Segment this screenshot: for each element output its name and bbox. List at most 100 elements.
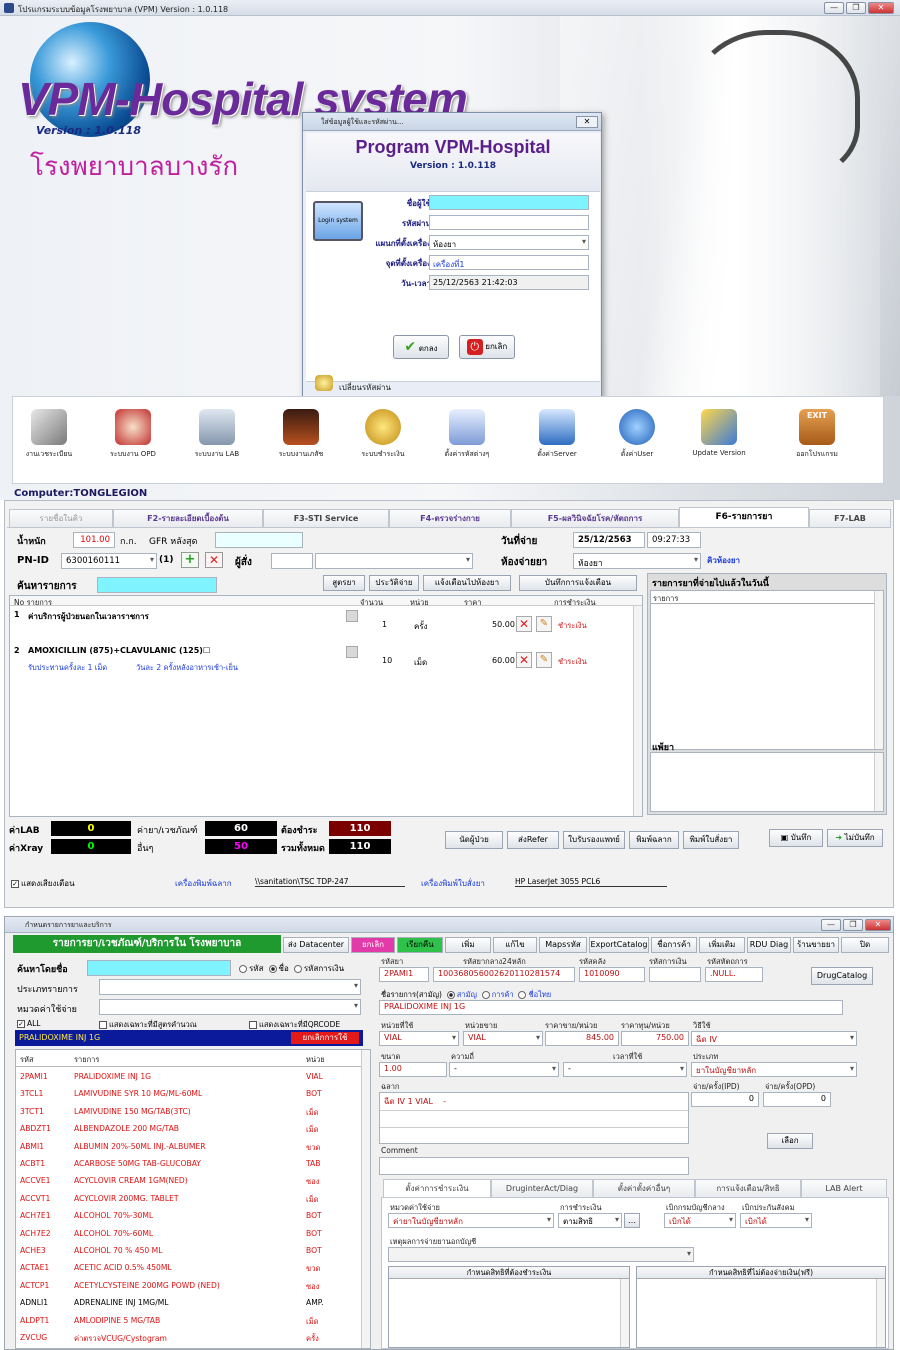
table-row[interactable]: 2 AMOXICILLIN (875)+CLAVULANIC (125)☐ รั…	[10, 642, 634, 678]
edit-icon[interactable]: ✎	[536, 616, 552, 632]
catalog-search-input[interactable]	[87, 960, 231, 976]
department-select[interactable]: ห้องยา	[429, 235, 589, 250]
list-item[interactable]: ACTCP1 ACETYLCYSTEINE 200MG POWD (NED) ซอง	[16, 1277, 360, 1294]
list-item[interactable]: ABMI1 ALBUMIN 20%-50ML INJ.-ALBUMER ขวด	[16, 1138, 360, 1155]
subtab-payment[interactable]: ตั้งค่าการชำระเงิน	[383, 1179, 491, 1197]
list-item[interactable]: ACTAE1 ACETIC ACID 0.5% 450ML ขวด	[16, 1259, 360, 1276]
table-row[interactable]: 1 ค่าบริการผู้ป่วยนอกในเวลาราชการ 1 ครั้…	[10, 606, 634, 642]
subtab-lab-alert[interactable]: LAB Alert	[801, 1179, 887, 1197]
proc-field[interactable]: .NULL.	[705, 967, 763, 982]
maps-code-button[interactable]: Mapsรหัส	[539, 937, 587, 953]
notify-pharmacy-button[interactable]: แจ้งเตือนไปห้องยา	[423, 575, 511, 591]
toolbar-exit[interactable]: EXIT ออกโปรแกรม	[777, 405, 857, 460]
label-printer-value[interactable]: \\sanitation\TSC TDP-247	[255, 877, 405, 887]
pharmacy-queue-link[interactable]: คิวห้องยา	[707, 554, 740, 567]
toolbar-server[interactable]: ตั้งค่าServer	[517, 405, 597, 460]
tab-f5[interactable]: F5-ผลวินิจฉัยโรค/หัตถการ	[511, 509, 679, 527]
cancel-menu-button[interactable]: ยกเลิก	[351, 937, 395, 953]
save-button[interactable]: ▣ บันทึก	[769, 829, 823, 847]
list-item[interactable]: ADNLI1 ADRENALINE INJ 1MG/ML AMP.	[16, 1294, 360, 1311]
price-field[interactable]: 845.00	[545, 1031, 619, 1046]
dispensed-list[interactable]: รายการ	[650, 590, 884, 750]
delete-icon[interactable]: ✕	[516, 652, 532, 668]
catalog-minimize-button[interactable]: —	[821, 919, 841, 931]
method-select[interactable]: ฉีด IV	[691, 1031, 857, 1046]
change-password-link[interactable]: เปลี่ยนรหัสผ่าน	[339, 381, 391, 394]
ipd-field[interactable]: 0	[691, 1092, 759, 1107]
sound-toggle[interactable]: ✓ แสดงเสียงเตือน	[11, 877, 75, 890]
free-rights-box[interactable]: กำหนดสิทธิที่ไม่ต้องจ่ายเงิน(ฟรี)	[636, 1266, 886, 1348]
orderer-select[interactable]	[315, 553, 473, 569]
appointment-button[interactable]: นัดผู้ป่วย	[445, 831, 503, 849]
paid-rights-scrollbar[interactable]	[620, 1279, 629, 1347]
fin-field[interactable]	[649, 967, 701, 982]
toolbar-update[interactable]: Update Version	[679, 405, 759, 457]
history-button[interactable]: ประวัติจ่าย	[369, 575, 419, 591]
allergy-list[interactable]	[650, 752, 884, 812]
toolbar-opd[interactable]: ระบบงาน OPD	[93, 405, 173, 460]
reason-select[interactable]	[388, 1247, 694, 1262]
login-close-button[interactable]: ✕	[576, 116, 598, 128]
radio-fin-code[interactable]	[293, 964, 302, 973]
print-label-button[interactable]: พิมพ์ฉลาก	[629, 831, 679, 849]
radio-thai[interactable]	[518, 991, 527, 999]
list-item[interactable]: 3TCT1 LAMIVUDINE 150 MG/TAB(3TC) เม็ด	[16, 1103, 360, 1120]
password-input[interactable]	[429, 215, 589, 230]
name-field[interactable]: PRALIDOXIME INJ 1G	[379, 1000, 843, 1015]
delete-icon[interactable]: ✕	[516, 616, 532, 632]
tab-queue[interactable]: รายชื่อในคิว	[9, 509, 113, 527]
code-field[interactable]: 2PAMI1	[379, 967, 429, 982]
toolbar-payment[interactable]: ระบบชำระเงิน	[343, 405, 423, 460]
sound-checkbox[interactable]: ✓	[11, 879, 19, 888]
claim-select[interactable]: เบิกได้	[664, 1213, 736, 1228]
tmt-field[interactable]: 100368056002620110281574	[433, 967, 575, 982]
cost-field[interactable]: 750.00	[621, 1031, 689, 1046]
search-input[interactable]	[97, 577, 217, 593]
catalog-list[interactable]: รหัส รายการ หน่วย 2PAMI1 PRALIDOXIME INJ …	[15, 1049, 371, 1349]
dispensed-scrollbar[interactable]	[874, 591, 883, 749]
edit-menu-button[interactable]: แก้ไข	[493, 937, 537, 953]
toolbar-user[interactable]: ตั้งค่าUser	[597, 405, 677, 460]
list-item[interactable]: ACCVT1 ACYCLOVIR 200MG. TABLET เม็ด	[16, 1190, 360, 1207]
pay-method-select[interactable]: ตามสิทธิ	[558, 1213, 622, 1228]
social-select[interactable]: เบิกได้	[740, 1213, 812, 1228]
cancel-use-button[interactable]: ยกเลิกการใช้	[291, 1032, 359, 1044]
time-select[interactable]: -	[563, 1062, 687, 1077]
toolbar-codes[interactable]: ตั้งค่ารหัสต่างๆ	[427, 405, 507, 460]
refer-button[interactable]: ส่งRefer	[507, 831, 559, 849]
toolbar-medical-records[interactable]: งานเวชระเบียน	[9, 405, 89, 460]
tab-f7[interactable]: F7-LAB	[809, 509, 891, 527]
trade-name-button[interactable]: ชื่อการค้า	[651, 937, 697, 953]
list-item[interactable]: ALDPT1 AMLODIPINE 5 MG/TAB เม็ด	[16, 1312, 360, 1329]
qr-checkbox[interactable]	[249, 1021, 257, 1029]
paid-rights-box[interactable]: กำหนดสิทธิที่ต้องชำระเงิน	[388, 1266, 630, 1348]
list-item[interactable]: ACH7E1 ALCOHOL 70%-30ML BOT	[16, 1207, 360, 1224]
toolbar-lab[interactable]: ระบบงาน LAB	[177, 405, 257, 460]
edit-icon[interactable]: ✎	[536, 652, 552, 668]
export-catalog-button[interactable]: ExportCatalog	[589, 937, 649, 953]
remove-patient-icon[interactable]: ✕	[205, 552, 223, 568]
select-button[interactable]: เลือก	[767, 1133, 813, 1149]
formula-button[interactable]: สูตรยา	[323, 575, 365, 591]
row-checkbox[interactable]	[346, 646, 358, 658]
pay-cat-select[interactable]: ค่ายาในบัญชียาหลัก	[388, 1213, 554, 1228]
subtab-alert[interactable]: การแจ้งเตือน/สิทธิ	[695, 1179, 801, 1197]
comment-field[interactable]	[379, 1157, 689, 1175]
rdu-diag-button[interactable]: RDU Diag	[747, 937, 791, 953]
catalog-titlebar[interactable]	[5, 917, 893, 933]
allergy-scrollbar[interactable]	[874, 753, 883, 811]
formula-checkbox[interactable]	[99, 1021, 107, 1029]
all-checkbox[interactable]: ✓	[17, 1020, 25, 1028]
point-input[interactable]: เครื่องที่1	[429, 255, 589, 270]
add-patient-icon[interactable]: +	[181, 552, 199, 568]
sell-unit-select[interactable]: VIAL	[463, 1031, 543, 1046]
radio-name[interactable]	[268, 964, 277, 973]
main-titlebar[interactable]: โปรแกรมระบบข้อมูลโรงพยาบาล (VPM) Version…	[0, 0, 900, 16]
tab-f6[interactable]: F6-รายการยา	[679, 507, 809, 527]
weight-input[interactable]: 101.00	[73, 532, 115, 548]
subtab-other[interactable]: ตั้งค่าตั้งค่าอื่นๆ	[593, 1179, 695, 1197]
items-scrollbar[interactable]	[633, 606, 642, 816]
row-checkbox[interactable]	[346, 610, 358, 622]
drug-catalog-button[interactable]: DrugCatalog	[811, 967, 873, 985]
free-rights-scrollbar[interactable]	[876, 1279, 885, 1347]
